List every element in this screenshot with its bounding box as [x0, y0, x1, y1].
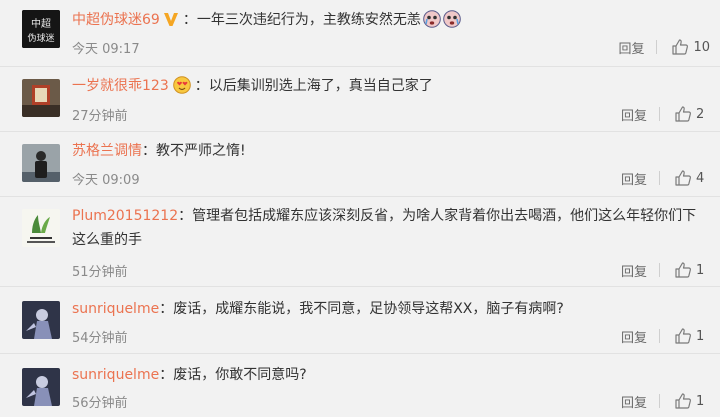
comment-text: 废话，你敢不同意吗?: [173, 367, 307, 383]
like-count: 1: [696, 262, 705, 278]
thumbs-up-icon[interactable]: [671, 38, 689, 56]
action-divider: [659, 171, 660, 185]
thumbs-up-icon[interactable]: [674, 327, 692, 345]
username-link[interactable]: Plum20151212: [72, 208, 178, 224]
colon: ：: [182, 12, 197, 28]
svg-text:伪球迷: 伪球迷: [27, 32, 54, 44]
comment-actions: 回复 1: [621, 391, 710, 411]
svg-text:中超: 中超: [31, 17, 51, 30]
comment-actions: 回复 2: [621, 104, 710, 124]
comment-text: 一年三次违纪行为，主教练安然无恙: [196, 12, 421, 28]
comment-item: 一岁就很乖123 ：以后集训别选上海了，真当自己家了 27分钟前 回复 2: [0, 67, 720, 131]
like-count: 1: [696, 328, 705, 344]
like-count: 4: [696, 170, 705, 186]
comment-time: 今天 09:09: [72, 173, 140, 188]
action-divider: [656, 40, 658, 54]
like-count: 10: [693, 39, 710, 55]
comment-time: 54分钟前: [72, 331, 128, 346]
comment-item: 中超 伪球迷 中超伪球迷69 ：一年三次违纪行为，主教练安然无恙 今天 09:17…: [0, 0, 720, 66]
crying-face-icon: [423, 10, 441, 36]
comment-time: 56分钟前: [72, 396, 128, 411]
comment-actions: 回复 10: [618, 37, 710, 57]
comment-actions: 回复 1: [621, 260, 710, 280]
comment-time: 51分钟前: [72, 265, 128, 280]
comment-actions: 回复 4: [621, 168, 710, 188]
like-count: 2: [696, 106, 705, 122]
colon: ：: [178, 208, 193, 224]
comment-content: sunriquelme：废话，成耀东能说，我不同意，足协领导这帮XX，脑子有病啊…: [72, 297, 698, 321]
reply-button[interactable]: 回复: [621, 105, 647, 124]
reply-button[interactable]: 回复: [618, 38, 644, 57]
thumbs-up-icon[interactable]: [674, 105, 692, 123]
comment-actions: 回复 1: [621, 326, 710, 346]
comment-list: 中超 伪球迷 中超伪球迷69 ：一年三次违纪行为，主教练安然无恙 今天 09:17…: [0, 0, 720, 417]
avatar[interactable]: [22, 209, 60, 247]
action-divider: [659, 394, 660, 408]
username-link[interactable]: sunriquelme: [72, 367, 159, 383]
thumbs-up-icon[interactable]: [674, 169, 692, 187]
like-count: 1: [696, 393, 705, 409]
comment-item: 苏格兰调情：教不严师之惰! 今天 09:09 回复 4: [0, 132, 720, 196]
comment-item: Plum20151212：管理者包括成耀东应该深刻反省，为啥人家背着你出去喝酒，…: [0, 197, 720, 285]
avatar[interactable]: [22, 301, 60, 339]
username-link[interactable]: sunriquelme: [72, 301, 159, 317]
crying-face-icon: [443, 10, 461, 36]
colon: ：: [142, 143, 156, 159]
avatar[interactable]: [22, 144, 60, 182]
comment-text: 教不严师之惰!: [156, 143, 246, 159]
reply-button[interactable]: 回复: [621, 169, 647, 188]
thumbs-up-icon[interactable]: [674, 261, 692, 279]
comment-time: 今天 09:17: [72, 42, 140, 57]
action-divider: [659, 329, 660, 343]
avatar[interactable]: [22, 368, 60, 406]
comment-text: 废话，成耀东能说，我不同意，足协领导这帮XX，脑子有病啊?: [173, 301, 564, 317]
action-divider: [659, 263, 660, 277]
comment-content: 中超伪球迷69 ：一年三次违纪行为，主教练安然无恙: [72, 8, 698, 36]
comment-time: 27分钟前: [72, 109, 128, 124]
comment-item: sunriquelme：废话，成耀东能说，我不同意，足协领导这帮XX，脑子有病啊…: [0, 287, 720, 353]
heart-eyes-face-icon: [172, 76, 191, 102]
reply-button[interactable]: 回复: [621, 327, 647, 346]
comment-item: sunriquelme：废话，你敢不同意吗? 56分钟前 回复 1: [0, 354, 720, 417]
comment-content: 一岁就很乖123 ：以后集训别选上海了，真当自己家了: [72, 74, 698, 102]
reply-button[interactable]: 回复: [621, 261, 647, 280]
username-link[interactable]: 中超伪球迷69: [72, 12, 160, 28]
username-link[interactable]: 一岁就很乖123: [72, 78, 169, 94]
comment-content: Plum20151212：管理者包括成耀东应该深刻反省，为啥人家背着你出去喝酒，…: [72, 204, 698, 252]
avatar[interactable]: 中超 伪球迷: [22, 10, 60, 48]
colon: ：: [159, 301, 174, 317]
thumbs-up-icon[interactable]: [674, 392, 692, 410]
colon: ：: [194, 78, 209, 94]
v-badge-icon: [163, 11, 179, 35]
comment-text: 以后集训别选上海了，真当自己家了: [208, 78, 433, 94]
reply-button[interactable]: 回复: [621, 392, 647, 411]
username-link[interactable]: 苏格兰调情: [72, 143, 142, 159]
colon: ：: [159, 367, 174, 383]
avatar[interactable]: [22, 79, 60, 117]
comment-content: sunriquelme：废话，你敢不同意吗?: [72, 363, 698, 387]
action-divider: [659, 107, 660, 121]
comment-content: 苏格兰调情：教不严师之惰!: [72, 139, 698, 163]
